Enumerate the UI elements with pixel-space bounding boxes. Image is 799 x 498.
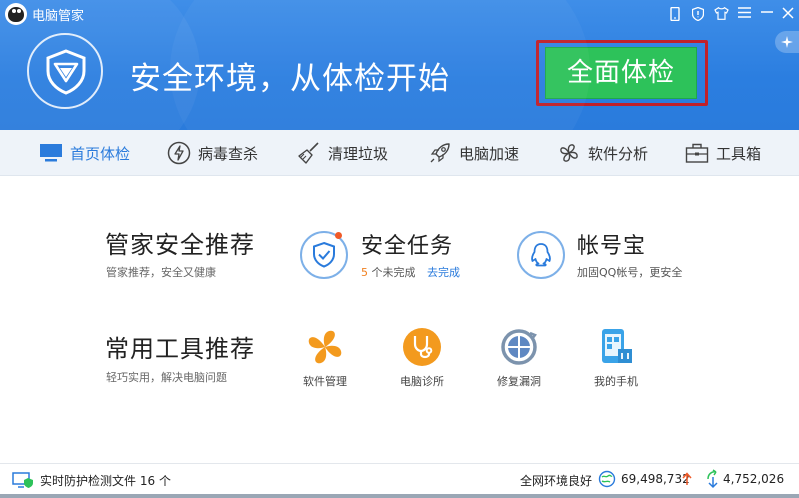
my-phone-icon <box>596 327 636 367</box>
app-title: 电脑管家 <box>32 9 85 24</box>
main-panel: 管家安全推荐 管家推荐，安全又健康 安全任务 5 个未完成 去完成 帐号宝 加固… <box>0 177 799 463</box>
shield-logo-icon <box>27 33 103 109</box>
tool-pc-clinic[interactable]: 电脑诊所 <box>382 327 462 389</box>
globe-icon <box>598 470 616 491</box>
header-banner: 电脑管家 安全环境，从体检开始 全面体检 <box>0 0 799 130</box>
status-bar: 实时防护检测文件 16 个 全网环境良好 69,498,732 4,752,02… <box>0 463 799 498</box>
tab-virus-scan[interactable]: 病毒查杀 <box>166 130 258 176</box>
menu-icon[interactable] <box>733 3 755 25</box>
full-scan-button[interactable]: 全面体检 <box>545 47 697 99</box>
tab-label: 电脑加速 <box>459 144 520 163</box>
tool-label: 软件管理 <box>303 375 347 388</box>
up-arrow-icon <box>682 472 692 489</box>
tool-label: 电脑诊所 <box>400 375 444 388</box>
download-arrow-icon <box>704 469 722 492</box>
monitor-icon <box>38 140 64 166</box>
download-count: 4,752,026 <box>723 472 785 486</box>
realtime-protection-text[interactable]: 实时防护检测文件 16 个 <box>40 472 171 489</box>
notification-dot <box>335 232 342 239</box>
sparkle-icon[interactable] <box>775 31 799 53</box>
window-bottom-edge <box>0 494 799 498</box>
realtime-label: 实时防护检测文件 <box>40 474 137 488</box>
broom-icon <box>296 140 322 166</box>
tab-home-scan[interactable]: 首页体检 <box>38 130 130 176</box>
close-icon[interactable] <box>777 3 799 25</box>
protected-count: 69,498,732 <box>621 472 690 486</box>
minimize-icon[interactable] <box>756 3 778 25</box>
tab-software-analysis[interactable]: 软件分析 <box>556 130 648 176</box>
patch-repair-icon <box>499 327 539 367</box>
tool-label: 修复漏洞 <box>497 375 541 388</box>
realtime-unit: 个 <box>158 474 171 488</box>
security-recommend-subtitle: 管家推荐，安全又健康 <box>106 266 216 279</box>
tab-label: 病毒查杀 <box>198 144 259 163</box>
tab-speed-up[interactable]: 电脑加速 <box>427 130 519 176</box>
pending-text: 个未完成 <box>371 266 416 279</box>
tool-fix-vulnerability[interactable]: 修复漏洞 <box>479 327 559 389</box>
network-status-text[interactable]: 全网环境良好 <box>520 472 592 489</box>
main-nav: 首页体检 病毒查杀 清理垃圾 电脑加速 软件分析 工具箱 <box>0 130 799 176</box>
lightning-icon <box>166 140 192 166</box>
security-task-title[interactable]: 安全任务 <box>361 228 453 260</box>
tab-toolbox[interactable]: 工具箱 <box>684 130 761 176</box>
tshirt-skin-icon[interactable] <box>710 3 732 25</box>
rocket-icon <box>427 140 453 166</box>
toolbox-icon <box>684 140 710 166</box>
tab-label: 首页体检 <box>70 144 131 163</box>
title-bar[interactable]: 电脑管家 <box>0 0 799 28</box>
go-complete-link[interactable]: 去完成 <box>427 266 460 279</box>
account-guard-subtitle: 加固QQ帐号，更安全 <box>577 266 683 279</box>
tab-label: 软件分析 <box>588 144 649 163</box>
tab-label: 清理垃圾 <box>328 144 389 163</box>
phone-icon[interactable] <box>664 3 686 25</box>
security-recommend-title: 管家安全推荐 <box>105 231 255 259</box>
account-guard-title[interactable]: 帐号宝 <box>577 228 646 260</box>
tab-label: 工具箱 <box>716 144 762 163</box>
penguin-icon[interactable] <box>517 231 565 279</box>
tool-software-manager[interactable]: 软件管理 <box>285 327 365 389</box>
tools-recommend-title: 常用工具推荐 <box>105 335 255 363</box>
security-task-icon[interactable] <box>300 231 348 279</box>
tool-label: 我的手机 <box>594 375 638 388</box>
software-manager-icon <box>305 327 345 367</box>
realtime-shield-icon[interactable] <box>12 470 34 493</box>
realtime-count: 16 <box>139 474 156 488</box>
pending-count: 5 <box>361 266 368 279</box>
hero-slogan: 安全环境，从体检开始 <box>130 61 450 97</box>
stethoscope-icon <box>402 327 442 367</box>
security-task-status: 5 个未完成 去完成 <box>361 264 460 280</box>
clover-icon <box>556 140 582 166</box>
shield-small-icon[interactable] <box>687 3 709 25</box>
tools-recommend-subtitle: 轻巧实用，解决电脑问题 <box>106 371 227 384</box>
tab-clean-junk[interactable]: 清理垃圾 <box>296 130 388 176</box>
tool-my-phone[interactable]: 我的手机 <box>576 327 656 389</box>
app-logo-icon <box>5 3 27 25</box>
